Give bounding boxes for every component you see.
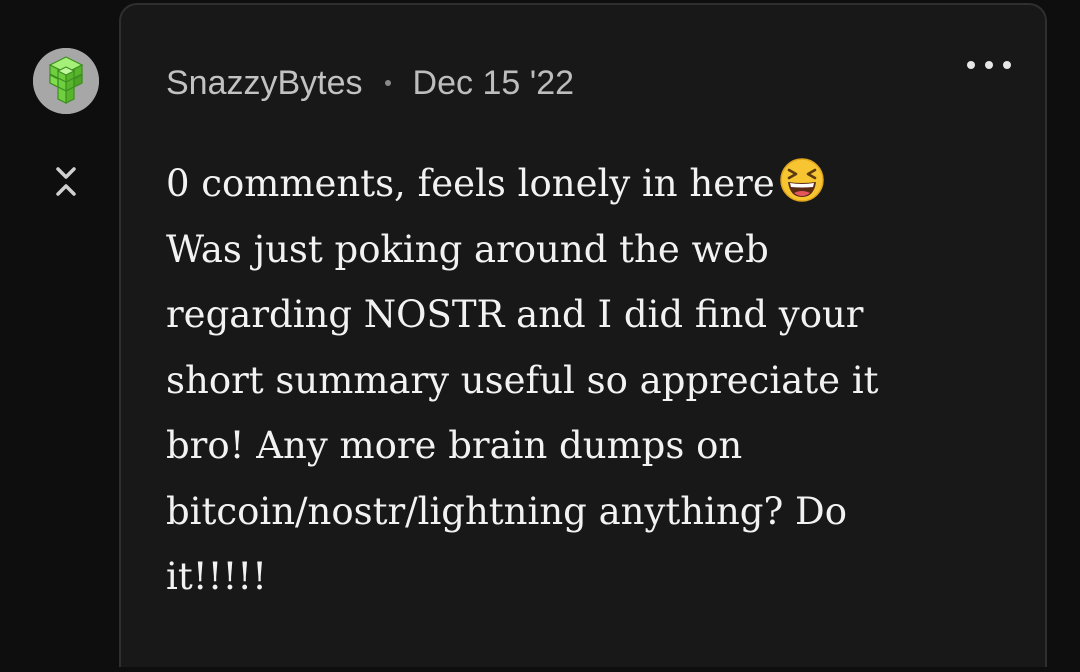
comment-meta: SnazzyBytes Dec 15 '22 xyxy=(166,61,574,105)
comment-card: SnazzyBytes Dec 15 '22 0 comments, feels… xyxy=(119,3,1047,667)
more-options-dot xyxy=(1003,61,1011,69)
comment-line: 0 comments, feels lonely in here xyxy=(166,151,1026,217)
comment-line: it!!!!! xyxy=(166,555,268,598)
more-options-icon xyxy=(967,61,975,69)
comment-line: bro! Any more brain dumps on xyxy=(166,424,743,467)
more-options-dot xyxy=(985,61,993,69)
comment-line: regarding NOSTR and I did find your xyxy=(166,293,864,336)
comment-author[interactable]: SnazzyBytes xyxy=(166,64,363,103)
comment-line-text: 0 comments, feels lonely in here xyxy=(166,162,775,205)
meta-separator-dot xyxy=(384,80,391,86)
more-options-button[interactable] xyxy=(967,55,1011,75)
comment-body: 0 comments, feels lonely in here Was jus… xyxy=(166,151,1026,610)
collapse-thread-button[interactable] xyxy=(48,162,84,202)
comment-line: bitcoin/nostr/lightning anything? Do xyxy=(166,489,847,533)
comment-line: Was just poking around the web xyxy=(166,227,769,271)
collapse-thread-icon xyxy=(56,167,76,196)
laughing-emoji-icon xyxy=(779,157,825,203)
green-cubes-avatar-icon xyxy=(33,48,99,114)
comment-date: Dec 15 '22 xyxy=(412,63,575,102)
avatar[interactable] xyxy=(33,48,99,114)
comment-line: short summary useful so appreciate it xyxy=(166,358,879,402)
comment-left-rail xyxy=(0,0,120,672)
